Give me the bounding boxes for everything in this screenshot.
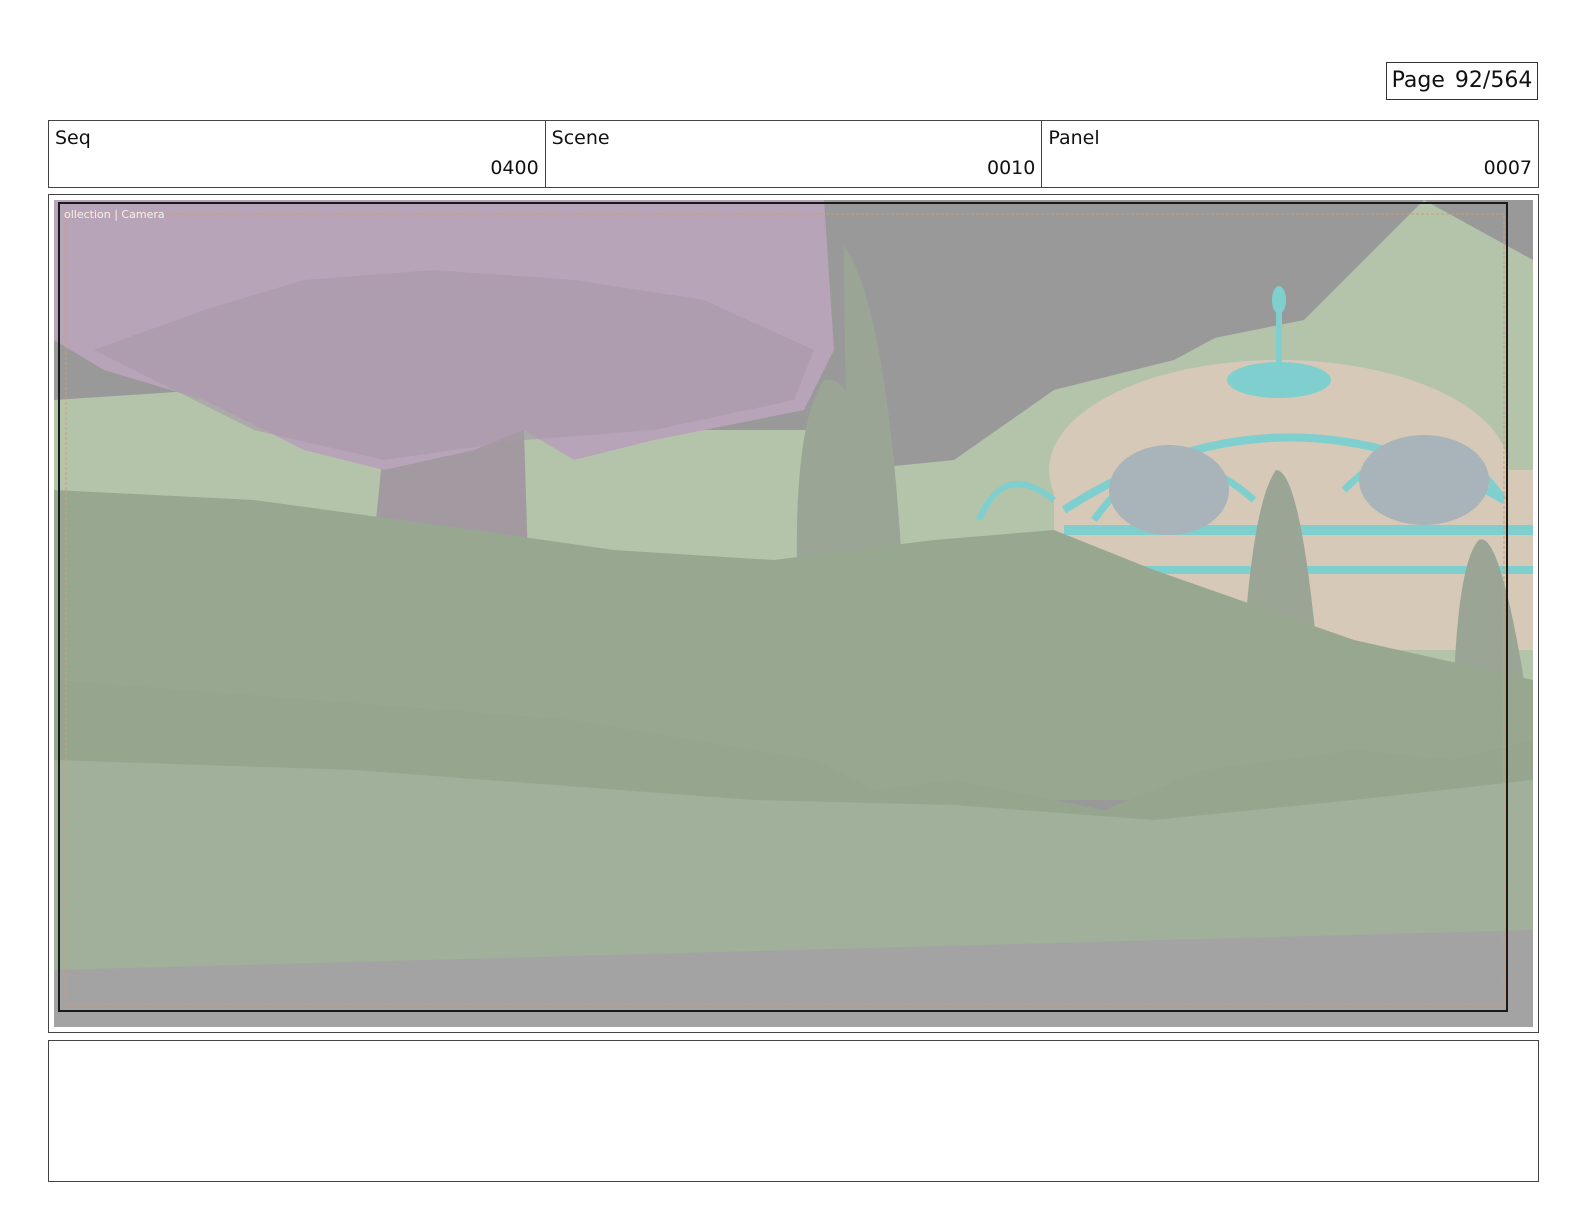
seq-value: 0400 xyxy=(490,157,539,179)
page-number: Page 92/564 xyxy=(1386,62,1538,100)
viewport-label: ollection | Camera xyxy=(64,208,165,221)
dome-window xyxy=(1359,435,1489,525)
panel-notes-box xyxy=(48,1040,1539,1182)
scene-value: 0010 xyxy=(986,157,1036,179)
seq-label: Seq xyxy=(55,127,91,149)
page-number-label: Page xyxy=(1391,68,1445,93)
scene-label: Scene xyxy=(551,127,610,149)
scene-cell: Scene 0010 xyxy=(546,121,1043,187)
panel-value: 0007 xyxy=(1483,157,1533,179)
panel-label: Panel xyxy=(1048,127,1100,149)
panel-cell: Panel 0007 xyxy=(1042,121,1538,187)
shot-info-table: Seq 0400 Scene 0010 Panel 0007 xyxy=(48,120,1539,188)
storyboard-panel-frame: ollection | Camera xyxy=(48,194,1539,1033)
page-number-value: 92/564 xyxy=(1454,68,1533,93)
storyboard-panel-image: ollection | Camera xyxy=(54,200,1533,1027)
scene-illustration xyxy=(54,200,1533,1027)
dome-window xyxy=(1109,445,1229,535)
seq-cell: Seq 0400 xyxy=(49,121,546,187)
